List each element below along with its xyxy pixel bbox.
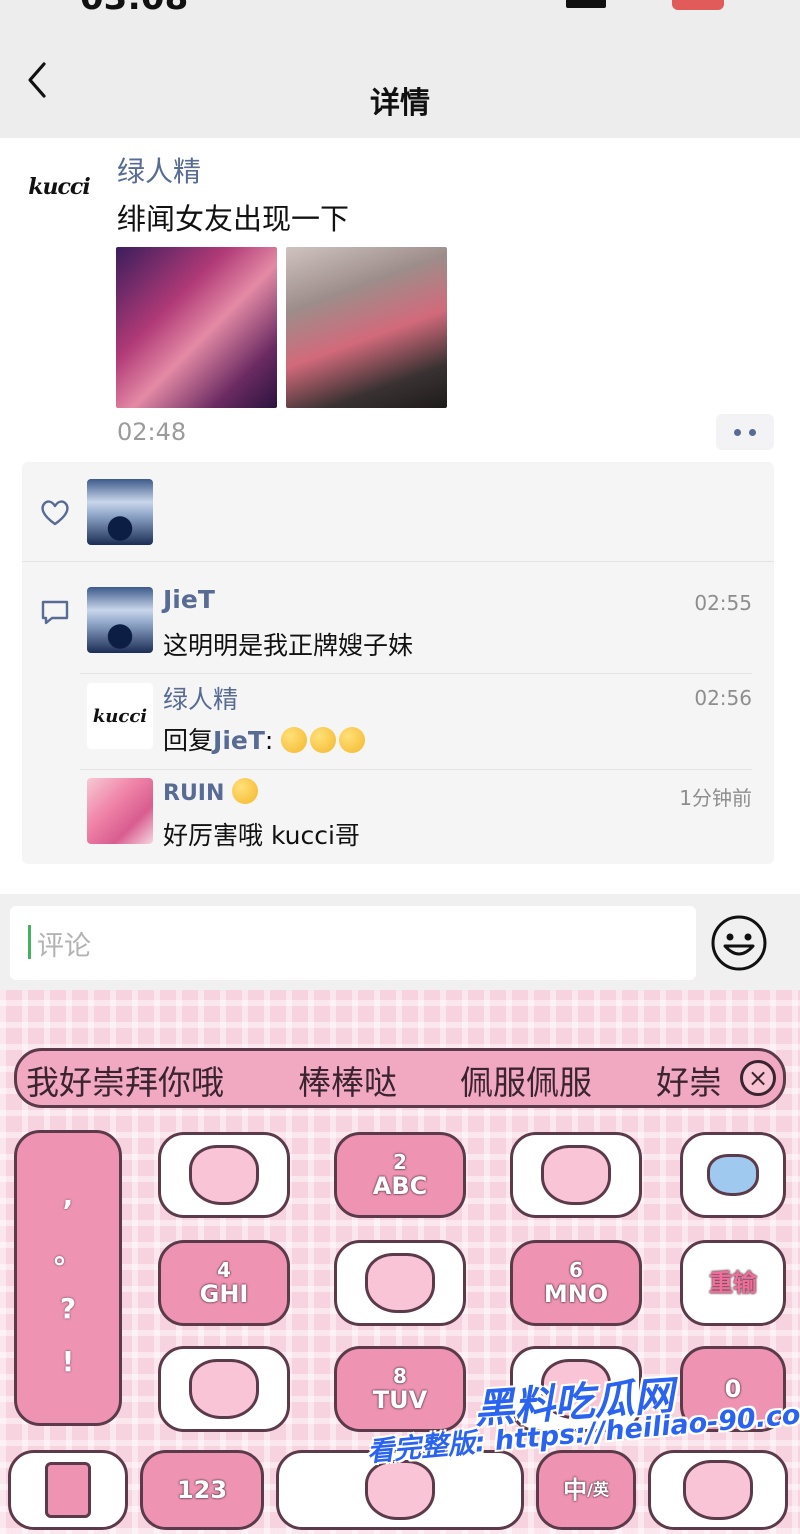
post-time: 02:48 — [117, 418, 187, 446]
reply-prefix: 回复 — [163, 726, 214, 755]
close-suggestions-button[interactable]: × — [740, 1060, 776, 1096]
symbol-key[interactable] — [8, 1450, 128, 1530]
comment-divider — [80, 673, 752, 674]
key-7[interactable] — [158, 1346, 290, 1432]
liker-avatar[interactable] — [87, 479, 153, 545]
punctuation-comma[interactable]: , — [63, 1179, 74, 1212]
commenter-avatar[interactable]: kucci — [87, 683, 153, 749]
text-caret — [28, 925, 31, 959]
heart-icon — [41, 500, 69, 526]
divider — [22, 561, 774, 562]
post-author-name[interactable]: 绿人精 — [117, 150, 201, 190]
flushed-emoji-icon — [281, 727, 308, 753]
cat-sticker-icon — [365, 1460, 435, 1520]
key-label-zh: 中 — [563, 1476, 588, 1504]
key-label: 123 — [176, 1476, 228, 1504]
bandage-icon — [707, 1154, 759, 1196]
key-number: 2 — [393, 1150, 407, 1174]
reenter-key[interactable]: 重输 — [680, 1240, 786, 1326]
key-number: 4 — [217, 1258, 231, 1282]
commenter-avatar[interactable] — [87, 587, 153, 653]
comment-text[interactable]: 回复JieT: — [163, 721, 368, 757]
reply-to-name[interactable]: JieT — [213, 726, 265, 755]
commenter-name[interactable]: JieT — [163, 585, 215, 614]
commenter-name[interactable]: RUIN — [163, 778, 261, 806]
comment-icon — [41, 600, 69, 625]
suggestion-item[interactable]: 好崇 — [656, 1056, 720, 1104]
status-bar: 03:08 — [0, 0, 800, 14]
key-6[interactable]: 6 MNO — [510, 1240, 642, 1326]
post-text: 绯闻女友出现一下 — [117, 202, 350, 236]
key-4[interactable]: 4 GHI — [158, 1240, 290, 1326]
comment-time: 02:56 — [694, 686, 752, 710]
more-options-button[interactable] — [716, 414, 774, 450]
punctuation-question[interactable]: ? — [60, 1292, 76, 1325]
punctuation-period[interactable]: 。 — [54, 1232, 82, 1272]
flushed-emoji-icon — [339, 727, 366, 753]
dot-icon — [734, 428, 741, 436]
key-letters: GHI — [199, 1280, 249, 1308]
key-label-en: /英 — [587, 1480, 609, 1499]
post-author-avatar[interactable]: kucci — [24, 157, 94, 217]
signal-icon — [566, 0, 606, 8]
numbers-key[interactable]: 123 — [140, 1450, 264, 1530]
cat-sticker-icon — [541, 1145, 611, 1205]
cat-sticker-icon — [189, 1359, 259, 1419]
key-1[interactable] — [158, 1132, 290, 1218]
key-letters: ABC — [372, 1172, 428, 1200]
key-label: 重输 — [709, 1269, 757, 1297]
key-number: 8 — [393, 1364, 407, 1388]
comment-time: 02:55 — [694, 591, 752, 615]
suggestion-item[interactable]: 我好崇拜你哦 — [26, 1056, 224, 1104]
key-number: 6 — [569, 1258, 583, 1282]
cat-sticker-icon — [189, 1145, 259, 1205]
language-switch-key[interactable]: 中/英 — [536, 1450, 636, 1530]
comment-text[interactable]: 这明明是我正牌嫂子妹 — [163, 626, 413, 662]
dot-icon — [749, 428, 756, 436]
punctuation-key-column[interactable]: , 。 ? ! — [14, 1130, 122, 1426]
comment-input[interactable] — [10, 906, 696, 980]
page-title: 详情 — [370, 86, 430, 121]
commenter-name[interactable]: 绿人精 — [163, 680, 238, 716]
commenter-avatar[interactable] — [87, 778, 153, 844]
key-letters: MNO — [543, 1280, 609, 1308]
comment-placeholder: 评论 — [37, 931, 91, 962]
emoji-smile-icon[interactable] — [710, 914, 768, 972]
flushed-emoji-icon — [310, 727, 337, 753]
comment-text[interactable]: 好厉害哦 kucci哥 — [163, 816, 360, 852]
return-key[interactable] — [648, 1450, 788, 1530]
cat-sticker-icon — [683, 1460, 753, 1520]
post-photo-1[interactable] — [116, 247, 277, 408]
key-letters: TUV — [372, 1386, 428, 1414]
key-8[interactable]: 8 TUV — [334, 1346, 466, 1432]
cat-sticker-icon — [365, 1253, 435, 1313]
key-2[interactable]: 2 ABC — [334, 1132, 466, 1218]
key-3[interactable] — [510, 1132, 642, 1218]
battery-icon — [672, 0, 724, 10]
status-time: 03:08 — [80, 0, 188, 14]
commenter-name-text: RUIN — [163, 781, 225, 806]
reply-colon: : — [264, 726, 274, 755]
comment-divider — [80, 769, 752, 770]
post-photo-2[interactable] — [286, 247, 447, 408]
suggestion-item[interactable]: 棒棒哒 — [298, 1056, 397, 1104]
punctuation-exclaim[interactable]: ! — [62, 1345, 75, 1378]
sun-emoji-icon — [232, 778, 259, 804]
suggestion-item[interactable]: 佩服佩服 — [460, 1056, 592, 1104]
comment-time: 1分钟前 — [679, 786, 752, 810]
phone-sticker-icon — [45, 1462, 91, 1518]
delete-key[interactable] — [680, 1132, 786, 1218]
key-5[interactable] — [334, 1240, 466, 1326]
